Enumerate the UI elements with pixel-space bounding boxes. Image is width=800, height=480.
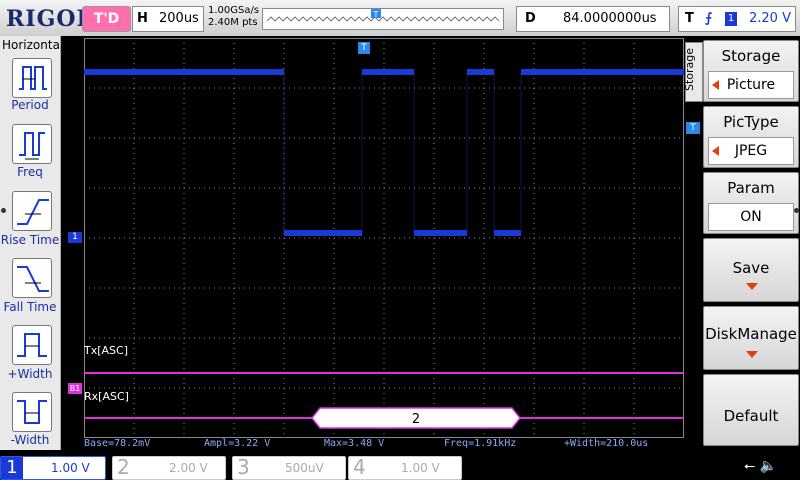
ch2-number: 2 [117,455,130,479]
sample-rate-info: 1.00GSa/s 2.40M pts [208,5,259,29]
delay-value: 84.0000000us [563,11,657,26]
left-menu-title: Horizontal [2,38,64,52]
trigger-level-marker[interactable]: T [686,122,700,134]
neg-width-icon[interactable] [12,392,52,432]
diskmanage-button[interactable]: DiskManage [703,306,799,370]
graticule: 2 [84,38,684,438]
trigger-key: T [685,11,694,26]
measure-ampl: Ampl=3.22 V [204,438,271,449]
storage-value-box: Picture [708,71,794,99]
rise-time-icon[interactable] [12,191,52,231]
ch1-scale: 1.00 V [51,461,90,475]
right-menu-page-dot [794,208,799,213]
measure-base: Base=78.2mV [84,438,151,449]
param-title: Param [727,179,775,197]
ch3-scale: 500uV [285,461,324,475]
timebase-box[interactable]: H 200us [132,6,204,32]
trigger-position-marker[interactable]: T [358,42,370,54]
left-menu-page-dot [1,208,6,213]
param-button[interactable]: Param ON [703,172,799,234]
ch1-waveform-segment [284,230,362,236]
measure-freq: Freq=1.91kHz [444,438,517,449]
chevron-down-icon [746,283,758,290]
period-icon[interactable] [12,58,52,98]
rigol-logo: RIGOL [6,6,93,32]
param-value: ON [740,209,762,225]
trigger-level: 2.20 V [749,11,791,26]
trigger-channel-badge: 1 [725,12,737,26]
top-status-bar: RIGOL T'D H 200us 1.00GSa/s 2.40M pts T … [0,0,800,36]
pictype-title: PicType [723,113,779,131]
memory-track-bar[interactable]: T [262,8,504,30]
menu-vertical-text: Storage [683,47,697,92]
ch3-scale-box[interactable]: 3 500uV [232,456,346,480]
measure-max: Max=3.48 V [324,438,385,449]
delay-box[interactable]: D 84.0000000us [516,6,670,32]
horizontal-key: H [137,11,148,26]
storage-button[interactable]: Storage Picture [703,40,799,102]
ch1-waveform-segment [521,69,684,75]
rising-edge-icon: ⨍ [705,11,713,26]
neg-width-label: -Width [10,433,50,447]
pictype-button[interactable]: PicType JPEG [703,106,799,168]
pos-width-label: +Width [7,367,53,381]
waveform-display[interactable]: 2 [84,38,684,438]
pictype-value: JPEG [734,143,768,159]
ch1-offset-marker[interactable]: 1 [68,232,82,243]
ch1-waveform-segment [362,69,414,75]
pictype-value-box: JPEG [708,137,794,165]
ch2-scale-box[interactable]: 2 2.00 V [112,456,226,480]
channel-bar: 1 1.00 V 2 2.00 V 3 500uV 4 1.00 V ⭠ 🔈 [0,452,800,480]
storage-title: Storage [721,47,781,65]
tx-decode-label: Tx[ASC] [84,344,128,357]
param-value-box: ON [708,203,794,231]
ch1-waveform-segment [494,230,521,236]
storage-menu: Storage Picture PicType JPEG Param ON Sa… [703,36,800,450]
ch4-scale: 1.00 V [401,461,440,475]
ch1-waveform-segment [414,230,467,236]
rx-decoded-value: 2 [412,412,420,427]
delay-key: D [525,11,536,26]
ch1-waveform-segment [84,69,284,75]
ch1-waveform-segment [467,69,494,75]
measure-width: +Width=210.0us [564,438,649,449]
usb-icon: ⭠ 🔈 [744,458,778,474]
ch1-scale-box[interactable]: 1 1.00 V [0,456,106,480]
svg-text:T: T [373,10,379,19]
freq-icon[interactable] [12,124,52,164]
trigger-box[interactable]: T ⨍ 1 2.20 V [678,6,796,32]
sample-rate: 1.00GSa/s [208,5,260,16]
diskmanage-title: DiskManage [705,325,797,343]
menu-vertical-label: Storage [683,42,703,102]
rise-time-label: Rise Time [0,233,60,247]
storage-value: Picture [726,77,776,93]
fall-time-icon[interactable] [12,258,52,298]
fall-time-label: Fall Time [3,300,57,314]
bus-offset-marker[interactable]: B1 [68,383,82,394]
ch2-scale: 2.00 V [169,461,208,475]
ch4-scale-box[interactable]: 4 1.00 V [348,456,462,480]
ch3-number: 3 [237,455,250,479]
horizontal-measure-menu: Horizontal Period Freq Rise Time Fall Ti… [0,36,64,450]
run-status-badge[interactable]: T'D [82,6,131,32]
default-button[interactable]: Default [703,374,799,446]
memory-track-waveform: T [266,9,500,22]
period-label: Period [11,98,49,112]
ch1-number: 1 [1,457,23,479]
memory-points: 2.40M pts [208,17,258,28]
rx-decode-label: Rx[ASC] [84,390,129,403]
default-title: Default [723,407,779,425]
timebase-value: 200us [159,11,199,26]
pos-width-icon[interactable] [12,325,52,365]
freq-label: Freq [17,165,43,179]
save-title: Save [732,259,770,277]
ch4-number: 4 [353,455,366,479]
save-button[interactable]: Save [703,238,799,302]
chevron-down-icon [746,351,758,358]
